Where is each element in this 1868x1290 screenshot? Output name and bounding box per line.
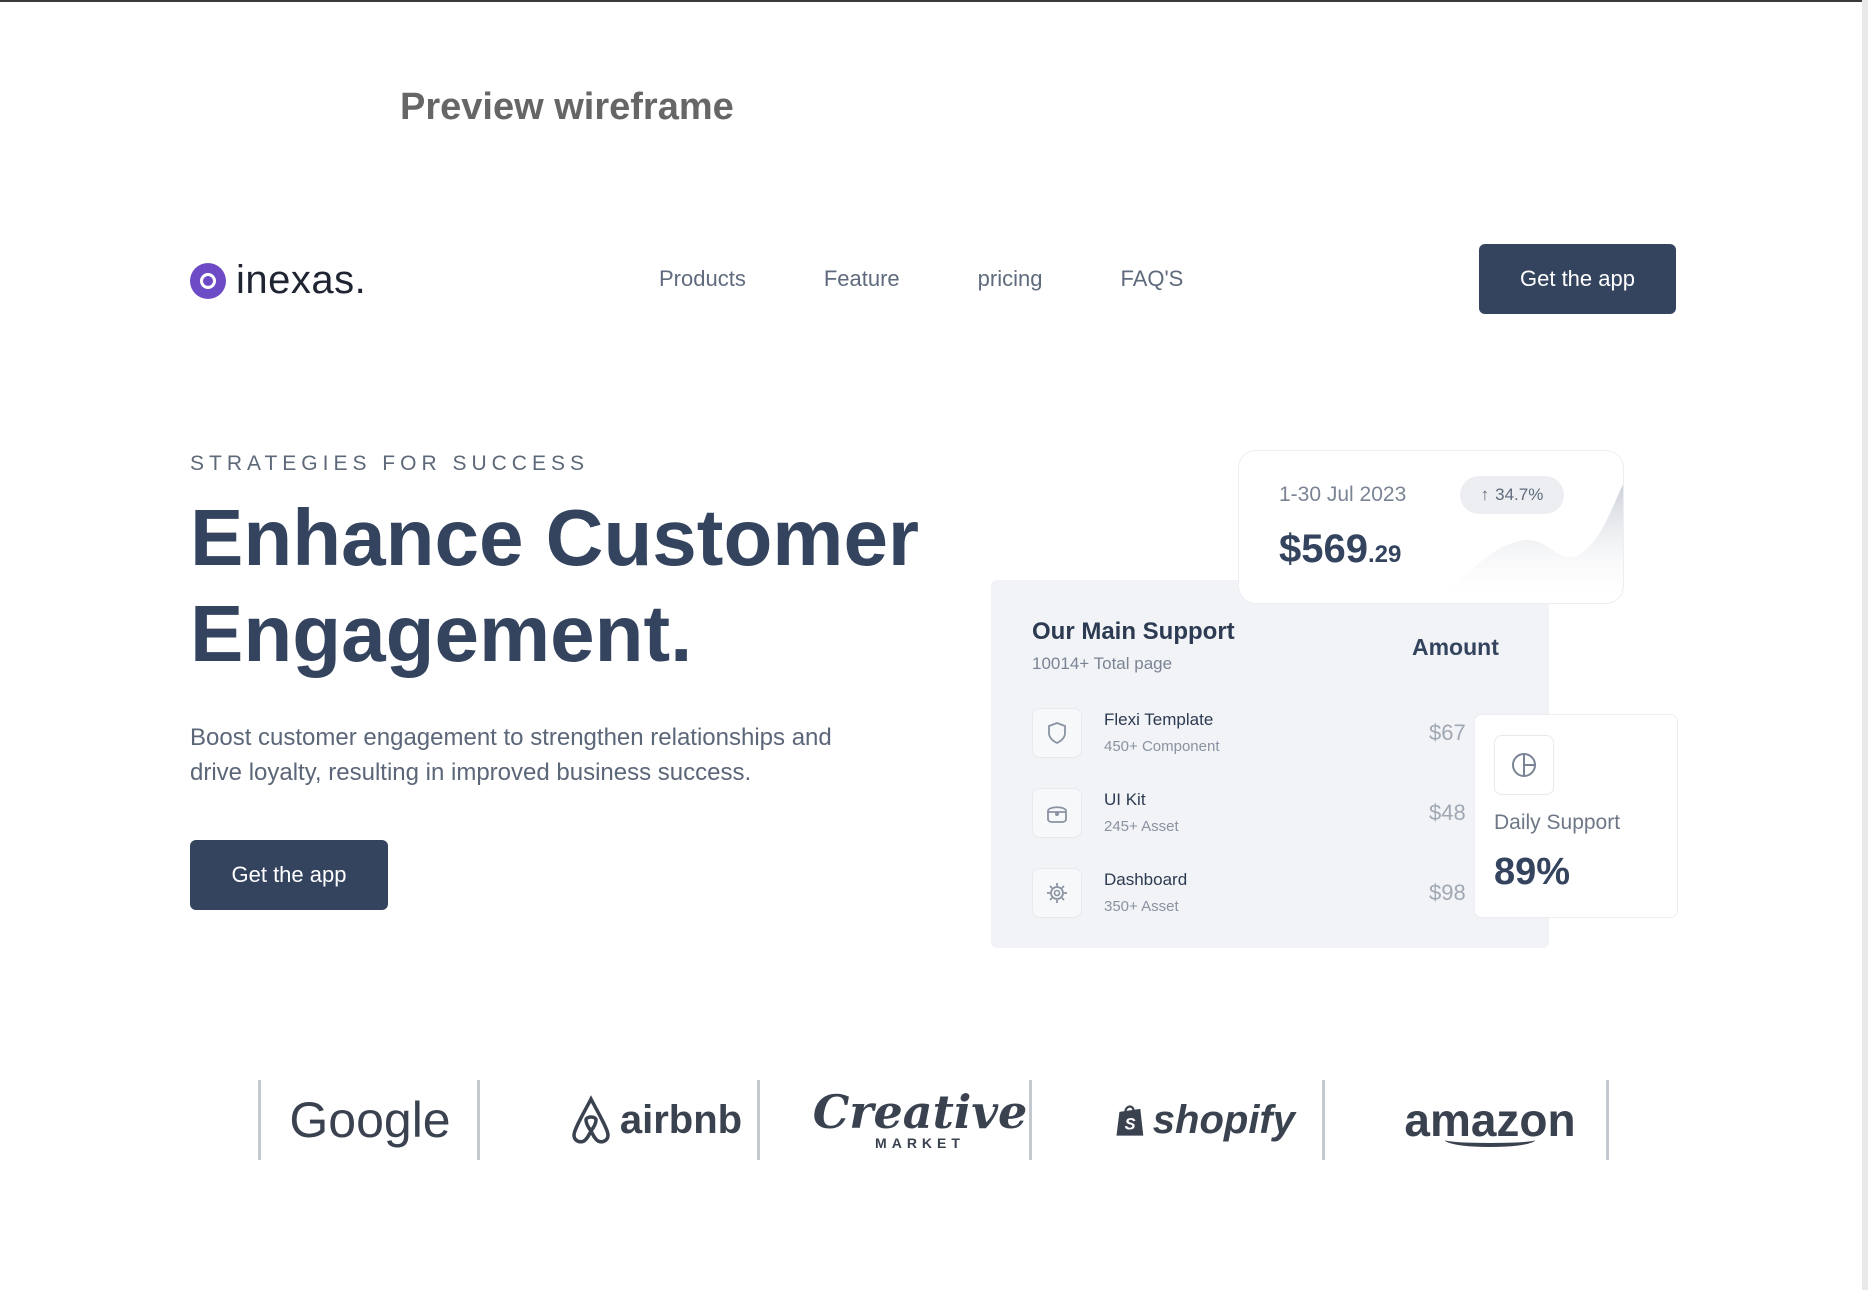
creative-text: Creative [812,1085,1028,1139]
row-meta: 450+ Component [1104,738,1220,755]
row-price: $98 [1429,880,1466,905]
support-row[interactable]: Dashboard 350+ Asset $98 [1032,864,1532,922]
box-icon [1032,788,1082,838]
daily-support-label: Daily Support [1494,811,1621,834]
main-nav: Products Feature pricing FAQ'S [659,266,1261,292]
svg-text:S: S [1125,1116,1136,1134]
top-border [0,0,1868,2]
daily-support-value: 89% [1494,851,1571,893]
hero-eyebrow: STRATEGIES FOR SUCCESS [190,452,589,475]
gear-icon [1032,868,1082,918]
hero-get-app-button[interactable]: Get the app [190,840,388,910]
scrollbar[interactable] [1862,0,1868,1290]
change-badge: ↑ 34.7% [1460,476,1564,514]
support-row[interactable]: Flexi Template 450+ Component $67 [1032,704,1532,762]
hero-description: Boost customer engagement to strengthen … [190,724,832,786]
brand-name: inexas. [236,258,367,302]
nav-link-feature[interactable]: Feature [824,266,900,292]
brand-logo[interactable]: inexas. [190,258,366,303]
nav-link-pricing[interactable]: pricing [978,266,1043,292]
pie-chart-icon [1494,735,1554,795]
shield-icon [1032,708,1082,758]
amount-header: Amount [1412,634,1499,660]
daily-support-card: Daily Support 89% [1474,714,1678,918]
shopify-bag-icon: S [1116,1105,1144,1136]
support-card-title: Our Main Support [1032,618,1235,645]
amazon-smile [1445,1133,1535,1147]
revenue-card: 1-30 Jul 2023 ↑ 34.7% $569.29 [1238,450,1624,604]
preview-title: Preview wireframe [400,86,734,128]
revenue-value-main: $569 [1279,527,1368,571]
amazon-logo: amazon [1400,1080,1580,1160]
arrow-up-icon: ↑ [1480,485,1490,504]
market-text: MARKET [875,1135,965,1151]
support-row[interactable]: UI Kit 245+ Asset $48 [1032,784,1532,842]
logo-divider [757,1080,760,1160]
airbnb-text: airbnb [619,1097,743,1142]
row-name: UI Kit [1104,790,1146,809]
logo-icon [190,262,226,299]
support-card: Our Main Support 10014+ Total page Amoun… [991,580,1549,948]
row-name: Flexi Template [1104,710,1214,729]
row-price: $48 [1429,800,1466,825]
row-price: $67 [1429,720,1466,745]
change-value: 34.7% [1495,485,1544,504]
nav-link-products[interactable]: Products [659,266,746,292]
google-logo: Google [289,1092,451,1148]
logo-divider [1606,1080,1609,1160]
hero-headline: Enhance Customer Engagement. [190,490,950,682]
creative-market-logo: Creative MARKET [813,1080,1028,1160]
nav-get-app-button[interactable]: Get the app [1479,244,1676,314]
logo-divider [1029,1080,1032,1160]
row-name: Dashboard [1104,870,1188,889]
row-meta: 245+ Asset [1104,818,1179,835]
shopify-logo: S shopify [1115,1080,1295,1160]
revenue-date-range: 1-30 Jul 2023 [1279,483,1407,506]
headline-line-2: Engagement. [190,589,693,678]
shopify-text: shopify [1152,1097,1295,1142]
logo-divider [1322,1080,1325,1160]
revenue-value: $569.29 [1279,527,1401,572]
row-meta: 350+ Asset [1104,898,1179,915]
airbnb-logo: airbnb [560,1080,750,1160]
nav-link-faqs[interactable]: FAQ'S [1120,266,1183,292]
revenue-value-cents: .29 [1367,541,1402,568]
support-card-subtitle: 10014+ Total page [1032,654,1173,673]
headline-line-1: Enhance Customer [190,493,920,582]
logo-divider [258,1080,261,1160]
logo-divider [477,1080,480,1160]
airbnb-icon [572,1095,610,1144]
